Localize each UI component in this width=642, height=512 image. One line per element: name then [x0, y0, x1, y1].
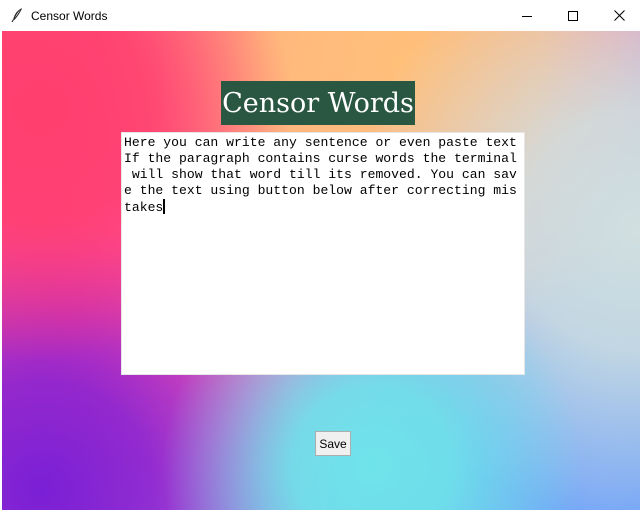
- text-editor[interactable]: Here you can write any sentence or even …: [121, 132, 525, 375]
- editor-line: e the text using button below after corr…: [124, 183, 517, 198]
- editor-line: Here you can write any sentence or even …: [124, 135, 517, 150]
- title-bar[interactable]: Censor Words: [0, 0, 642, 31]
- editor-line: takes: [124, 200, 164, 215]
- editor-line: will show that word till its removed. Yo…: [124, 167, 517, 182]
- save-button[interactable]: Save: [315, 431, 351, 456]
- text-caret: [163, 199, 166, 214]
- close-button[interactable]: [596, 0, 642, 31]
- feather-icon: [11, 8, 22, 23]
- maximize-icon: [568, 10, 578, 21]
- window-title: Censor Words: [31, 9, 108, 23]
- gradient-background: Censor Words Here you can write any sent…: [2, 31, 640, 510]
- minimize-icon: [522, 15, 532, 17]
- page-title: Censor Words: [221, 81, 415, 125]
- editor-line: If the paragraph contains curse words th…: [124, 151, 517, 166]
- editor-content[interactable]: Here you can write any sentence or even …: [124, 135, 524, 216]
- minimize-button[interactable]: [504, 0, 550, 31]
- maximize-button[interactable]: [550, 0, 596, 31]
- close-icon: [613, 10, 625, 21]
